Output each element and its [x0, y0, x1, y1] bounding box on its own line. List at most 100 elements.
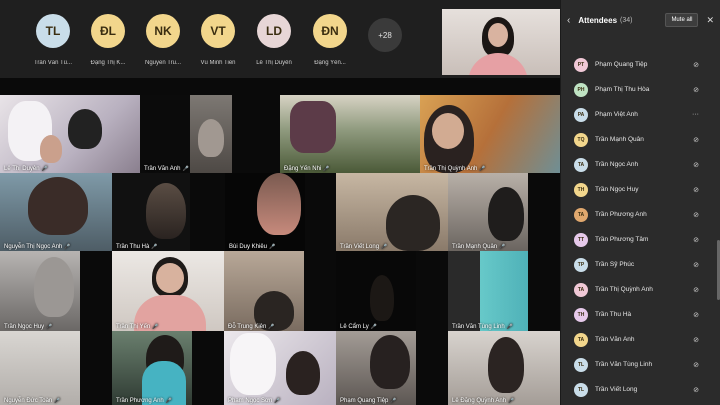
tile-name-label: Lê Thị Duyên 🎤	[4, 166, 48, 172]
list-item[interactable]: PT Phạm Quang Tiệp ⊘	[561, 52, 717, 77]
tile-name-label: Trần Viết Long 🎤	[340, 244, 388, 250]
attendee-name: Trần Phương Anh	[595, 211, 647, 218]
meeting-window: TL Trần Văn Tú... ĐL Đặng Thị K... NK Ng…	[0, 0, 720, 405]
avatar: PT	[574, 57, 588, 72]
participant-avatar[interactable]: VT Vũ Minh Tiến	[190, 14, 246, 66]
video-tile[interactable]: Trần Phương Anh 🎤	[112, 331, 192, 405]
attendee-count: (34)	[620, 16, 633, 24]
participant-avatar[interactable]: NK Nguyễn Tru...	[135, 14, 191, 66]
list-item[interactable]: TA Trần Ngọc Anh ⊘	[561, 152, 717, 177]
list-item[interactable]: TP Trần Sỹ Phúc ⊘	[561, 252, 717, 277]
tile-name-label: Trần Phương Anh 🎤	[116, 398, 172, 404]
avatar: VT	[201, 14, 235, 48]
more-options-icon[interactable]: ···	[692, 111, 699, 118]
list-item[interactable]: TA Trần Văn Anh ⊘	[561, 327, 717, 352]
avatar: TA	[574, 282, 588, 297]
attendee-name: Trần Ngọc Anh	[595, 161, 639, 168]
tile-name-label: Trần Thu Hà 🎤	[116, 244, 158, 250]
participant-avatar[interactable]: TL Trần Văn Tú...	[25, 14, 81, 66]
list-item[interactable]: TH Trần Thu Hà ⊘	[561, 302, 717, 327]
list-item[interactable]: PH Phạm Thị Thu Hòa ⊘	[561, 77, 717, 102]
avatar: TL	[36, 14, 70, 48]
video-tile[interactable]: Nguyễn Đức Toàn 🎤	[0, 331, 80, 405]
list-item[interactable]: TH Trần Ngọc Huy ⊘	[561, 177, 717, 202]
mic-off-icon[interactable]: ⊘	[693, 336, 699, 344]
participant-name: Lê Thị Duyên	[256, 60, 292, 66]
participant-name: Đặng Thị K...	[90, 60, 126, 66]
attendee-name: Phạm Quang Tiệp	[595, 61, 648, 68]
self-video	[442, 9, 560, 75]
video-tile[interactable]: Trần Mạnh Quân 🎤	[448, 173, 528, 251]
video-tile[interactable]: Lê Thị Duyên 🎤	[0, 95, 140, 173]
person-silhouette	[198, 119, 224, 157]
mic-off-icon[interactable]: ⊘	[693, 386, 699, 394]
participant-avatar[interactable]: ĐN Đặng Yến...	[302, 14, 358, 66]
list-item[interactable]: TA Trần Phương Anh ⊘	[561, 202, 717, 227]
person-face	[156, 263, 184, 293]
panel-title: Attendees	[578, 15, 618, 25]
video-tile[interactable]: Trần Thị Yến 🎤	[112, 251, 224, 331]
tile-name-label: Trần Văn Anh 🎤	[144, 166, 189, 172]
mic-off-icon[interactable]: ⊘	[693, 286, 699, 294]
video-tile[interactable]: Trần Ngọc Huy 🎤	[0, 251, 80, 331]
video-tile[interactable]: Trần Văn Tùng Linh 🎤	[448, 251, 528, 331]
mic-off-icon[interactable]: ⊘	[693, 86, 699, 94]
mic-off-icon[interactable]: ⊘	[693, 61, 699, 69]
avatar: TT	[574, 232, 588, 247]
video-grid: Lê Thị Duyên 🎤 Trần Văn Anh 🎤 Đặng Yến Nhi…	[0, 78, 560, 405]
person-silhouette	[68, 109, 102, 149]
avatar: PA	[574, 107, 588, 122]
video-tile[interactable]: Lê Đặng Quỳnh Anh 🎤	[448, 331, 560, 405]
mic-off-icon[interactable]: ⊘	[693, 361, 699, 369]
tile-name-label: Trần Thị Yến 🎤	[116, 324, 159, 330]
avatar: TL	[574, 357, 588, 372]
mic-off-icon[interactable]: ⊘	[693, 136, 699, 144]
list-item[interactable]: TT Trần Phương Tâm ⊘	[561, 227, 717, 252]
mic-off-icon[interactable]: ⊘	[693, 211, 699, 219]
video-tile[interactable]: Phạm Quang Tiệp 🎤	[336, 331, 416, 405]
video-tile[interactable]: Đặng Yến Nhi 🎤	[280, 95, 420, 173]
tile-name-label: Phạm Quang Tiệp 🎤	[340, 398, 397, 404]
person-silhouette	[28, 177, 88, 235]
video-tile[interactable]: Trần Văn Anh 🎤	[140, 95, 190, 173]
video-tile[interactable]: Lê Cẩm Ly 🎤	[336, 251, 416, 331]
mic-off-icon[interactable]: ⊘	[693, 311, 699, 319]
chevron-left-icon[interactable]: ‹	[567, 15, 570, 26]
list-item[interactable]: TL Trần Viết Long ⊘	[561, 377, 717, 402]
avatar: ĐL	[91, 14, 125, 48]
tile-name-label: Nguyễn Thị Ngọc Anh 🎤	[4, 244, 71, 250]
panel-header: ‹ Attendees (34) Mute all ✕	[561, 0, 720, 40]
attendee-name: Trần Văn Anh	[595, 336, 635, 343]
list-item[interactable]: TQ Trần Mạnh Quân ⊘	[561, 127, 717, 152]
video-tile[interactable]: Trần Viết Long 🎤	[336, 173, 448, 251]
attendee-name: Trần Ngọc Huy	[595, 186, 639, 193]
avatar: TH	[574, 182, 588, 197]
video-tile[interactable]: Trần Thu Hà 🎤	[112, 173, 190, 251]
video-tile[interactable]: Trần Thị Quỳnh Anh 🎤	[420, 95, 560, 173]
tile-name-label: Trần Mạnh Quân 🎤	[452, 244, 506, 250]
mic-off-icon[interactable]: ⊘	[693, 186, 699, 194]
video-tile[interactable]: Nguyễn Thị Ngọc Anh 🎤	[0, 173, 112, 251]
person-silhouette	[488, 337, 524, 393]
person-silhouette	[370, 275, 394, 321]
list-item[interactable]: TA Trần Thị Quỳnh Anh ⊘	[561, 277, 717, 302]
person-silhouette	[370, 335, 410, 389]
participant-avatar[interactable]: LD Lê Thị Duyên	[246, 14, 302, 66]
attendee-name: Phạm Việt Anh	[595, 111, 638, 118]
person-silhouette	[34, 257, 74, 317]
tile-name-label: Trần Văn Tùng Linh 🎤	[452, 324, 513, 330]
participant-avatar[interactable]: ĐL Đặng Thị K...	[80, 14, 136, 66]
list-item[interactable]: TL Trần Văn Tùng Linh ⊘	[561, 352, 717, 377]
mute-all-button[interactable]: Mute all	[665, 13, 699, 27]
mic-off-icon[interactable]: ⊘	[693, 236, 699, 244]
mic-off-icon[interactable]: ⊘	[693, 261, 699, 269]
video-tile[interactable]: Đỗ Trung Kiên 🎤	[224, 251, 304, 331]
mic-off-icon[interactable]: ⊘	[693, 161, 699, 169]
avatar: TA	[574, 157, 588, 172]
more-participants-button[interactable]: +28	[368, 18, 402, 52]
close-icon[interactable]: ✕	[706, 15, 714, 26]
video-tile[interactable]: Phạm Ngọc Sơn 🎤	[224, 331, 336, 405]
list-item[interactable]: PA Phạm Việt Anh ···	[561, 102, 717, 127]
video-tile[interactable]	[190, 95, 232, 173]
video-tile[interactable]: Bùi Duy Khiêu 🎤	[225, 173, 305, 251]
